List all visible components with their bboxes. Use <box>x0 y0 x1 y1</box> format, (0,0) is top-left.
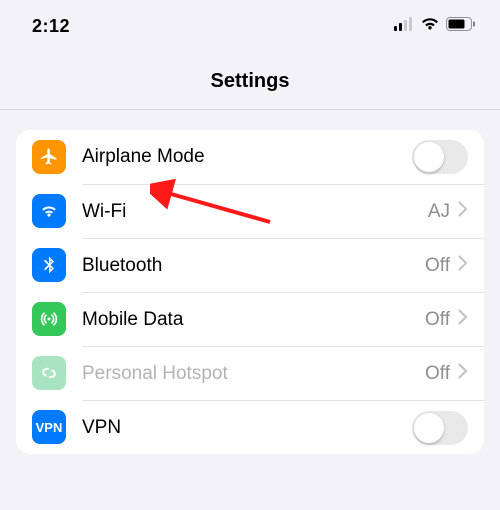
row-label: Wi-Fi <box>82 201 428 223</box>
settings-content: Airplane Mode Wi-Fi AJ Bluetooth <box>0 110 500 474</box>
row-wifi[interactable]: Wi-Fi AJ <box>16 184 484 238</box>
settings-header: Settings <box>0 40 500 110</box>
status-time: 2:12 <box>32 16 70 37</box>
hotspot-icon <box>32 356 66 390</box>
chevron-right-icon <box>458 309 468 330</box>
row-mobile-data[interactable]: Mobile Data Off <box>16 292 484 346</box>
status-bar: 2:12 <box>0 0 500 40</box>
cellular-icon <box>394 17 414 36</box>
battery-icon <box>446 17 476 36</box>
row-bluetooth[interactable]: Bluetooth Off <box>16 238 484 292</box>
chevron-right-icon <box>458 201 468 222</box>
row-label: Airplane Mode <box>82 146 412 168</box>
row-value: Off <box>425 255 450 277</box>
settings-group-connectivity: Airplane Mode Wi-Fi AJ Bluetooth <box>16 130 484 454</box>
status-indicators <box>394 17 476 36</box>
wifi-icon <box>32 194 66 228</box>
wifi-status-icon <box>420 17 440 36</box>
row-value: AJ <box>428 201 450 223</box>
bluetooth-icon <box>32 248 66 282</box>
row-value: Off <box>425 363 450 385</box>
row-label: Bluetooth <box>82 255 425 277</box>
antenna-icon <box>32 302 66 336</box>
row-label: VPN <box>82 417 412 439</box>
vpn-switch[interactable] <box>412 411 468 445</box>
vpn-icon: VPN <box>32 410 66 444</box>
row-airplane-mode[interactable]: Airplane Mode <box>16 130 484 184</box>
airplane-switch[interactable] <box>412 140 468 174</box>
row-personal-hotspot[interactable]: Personal Hotspot Off <box>16 346 484 400</box>
row-label: Personal Hotspot <box>82 363 425 385</box>
row-label: Mobile Data <box>82 309 425 331</box>
row-value: Off <box>425 309 450 331</box>
page-title: Settings <box>0 70 500 93</box>
row-vpn[interactable]: VPN VPN <box>16 400 484 454</box>
airplane-icon <box>32 140 66 174</box>
chevron-right-icon <box>458 255 468 276</box>
chevron-right-icon <box>458 363 468 384</box>
